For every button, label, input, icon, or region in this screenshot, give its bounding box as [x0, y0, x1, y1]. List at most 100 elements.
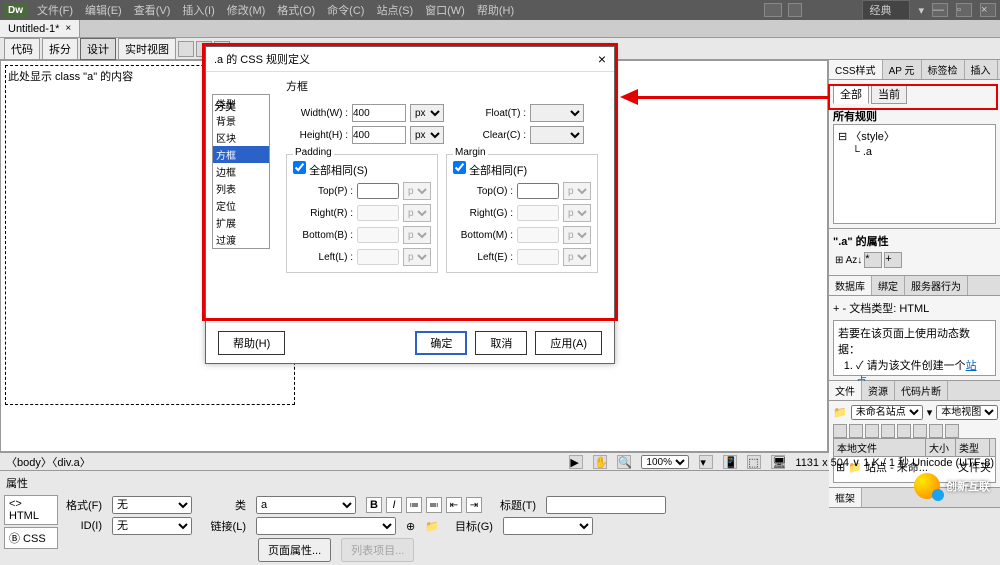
cat-positioning[interactable]: 定位: [213, 197, 269, 214]
split-view-button[interactable]: 拆分: [42, 38, 78, 60]
list-item-button[interactable]: 列表项目...: [341, 538, 414, 562]
close-window-button[interactable]: ×: [980, 3, 996, 17]
ol-button[interactable]: ≕: [426, 497, 442, 513]
files-icon-refresh[interactable]: [849, 424, 863, 438]
dialog-close-icon[interactable]: ×: [598, 51, 606, 67]
tag-path[interactable]: 〈body〉〈div.a〉: [6, 454, 559, 470]
files-icon-sync[interactable]: [929, 424, 943, 438]
rule-style-tag[interactable]: ⊟ 〈style〉: [836, 127, 993, 145]
live-view-button[interactable]: 实时视图: [118, 38, 176, 60]
width-input[interactable]: [352, 104, 406, 122]
css-prop-icon-1[interactable]: *: [864, 252, 882, 268]
cat-box[interactable]: 方框: [213, 146, 269, 163]
menu-modify[interactable]: 修改(M): [227, 2, 266, 18]
link-browse-icon[interactable]: 📁: [425, 520, 439, 533]
format-select[interactable]: 无: [112, 496, 192, 514]
tab-assets[interactable]: 资源: [862, 381, 895, 400]
height-unit-select[interactable]: px: [410, 126, 444, 144]
width-unit-select[interactable]: px: [410, 104, 444, 122]
cat-extensions[interactable]: 扩展: [213, 214, 269, 231]
html-props-button[interactable]: <> HTML: [4, 495, 58, 525]
class-select[interactable]: a: [256, 496, 356, 514]
tablet-icon[interactable]: ⬚: [747, 455, 761, 469]
menu-format[interactable]: 格式(O): [277, 2, 315, 18]
view-select[interactable]: 本地视图: [936, 405, 998, 420]
zoom-select[interactable]: 100%: [641, 455, 689, 469]
phone-icon[interactable]: 📱: [723, 455, 737, 469]
margin-all-same[interactable]: 全部相同(F): [453, 165, 527, 177]
padding-all-same[interactable]: 全部相同(S): [293, 165, 368, 177]
id-select[interactable]: 无: [112, 517, 192, 535]
page-properties-button[interactable]: 页面属性...: [258, 538, 331, 562]
files-icon-connect[interactable]: [833, 424, 847, 438]
tab-css-styles[interactable]: CSS样式: [829, 60, 883, 79]
css-props-button[interactable]: Ⓑ CSS: [4, 527, 58, 549]
tab-files[interactable]: 文件: [829, 381, 862, 400]
desktop-icon[interactable]: 🖥: [771, 455, 785, 469]
menu-view[interactable]: 查看(V): [134, 2, 171, 18]
files-icon-get[interactable]: [865, 424, 879, 438]
tab-server-behaviors[interactable]: 服务器行为: [905, 276, 968, 295]
menu-insert[interactable]: 插入(I): [182, 2, 214, 18]
margin-left-input[interactable]: [517, 249, 559, 265]
hand-tool-icon[interactable]: ✋: [593, 455, 607, 469]
margin-top-unit[interactable]: px: [563, 182, 591, 200]
padding-left-input[interactable]: [357, 249, 399, 265]
padding-right-unit[interactable]: px: [403, 204, 431, 222]
menu-site[interactable]: 站点(S): [376, 2, 413, 18]
clear-select[interactable]: [530, 126, 584, 144]
menu-file[interactable]: 文件(F): [37, 2, 73, 18]
toolbar-icon-1[interactable]: [178, 41, 194, 57]
margin-right-input[interactable]: [517, 205, 559, 221]
menu-edit[interactable]: 编辑(E): [85, 2, 122, 18]
doc-tab-close-icon[interactable]: ×: [65, 23, 71, 34]
css-sub-all[interactable]: 全部: [833, 84, 869, 104]
padding-bottom-input[interactable]: [357, 227, 399, 243]
cat-border[interactable]: 边框: [213, 163, 269, 180]
cat-background[interactable]: 背景: [213, 112, 269, 129]
float-select[interactable]: [530, 104, 584, 122]
minimize-button[interactable]: —: [932, 3, 948, 17]
rule-class-a[interactable]: └ .a: [836, 145, 993, 159]
maximize-button[interactable]: ▫: [956, 3, 972, 17]
design-view-button[interactable]: 设计: [80, 38, 116, 60]
layout-menu-icon[interactable]: [788, 3, 802, 17]
select-tool-icon[interactable]: ▶: [569, 455, 583, 469]
menu-command[interactable]: 命令(C): [327, 2, 364, 18]
italic-button[interactable]: I: [386, 497, 402, 513]
padding-top-input[interactable]: [357, 183, 399, 199]
outdent-button[interactable]: ⇤: [446, 497, 462, 513]
link-point-icon[interactable]: ⊕: [406, 520, 415, 533]
files-icon-put[interactable]: [881, 424, 895, 438]
help-button[interactable]: 帮助(H): [218, 331, 285, 355]
files-icon-checkin[interactable]: [913, 424, 927, 438]
menu-window[interactable]: 窗口(W): [425, 2, 465, 18]
cancel-button[interactable]: 取消: [475, 331, 527, 355]
margin-bottom-input[interactable]: [517, 227, 559, 243]
cat-list[interactable]: 列表: [213, 180, 269, 197]
files-icon-checkout[interactable]: [897, 424, 911, 438]
workspace-select[interactable]: 经典: [862, 0, 910, 20]
search-icon[interactable]: ▾: [918, 4, 924, 17]
doc-tab-untitled[interactable]: Untitled-1* ×: [0, 20, 80, 37]
css-prop-icon-2[interactable]: +: [884, 252, 902, 268]
code-view-button[interactable]: 代码: [4, 38, 40, 60]
height-input[interactable]: [352, 126, 406, 144]
tab-tag-inspector[interactable]: 标签检: [922, 60, 965, 79]
cat-block[interactable]: 区块: [213, 129, 269, 146]
zoom-tool-icon[interactable]: 🔍: [617, 455, 631, 469]
menu-help[interactable]: 帮助(H): [477, 2, 514, 18]
tab-insert[interactable]: 插入: [965, 60, 998, 79]
padding-bottom-unit[interactable]: px: [403, 226, 431, 244]
link-select[interactable]: [256, 517, 396, 535]
css-sub-current[interactable]: 当前: [871, 84, 907, 104]
margin-left-unit[interactable]: px: [563, 248, 591, 266]
padding-left-unit[interactable]: px: [403, 248, 431, 266]
title-input[interactable]: [546, 496, 666, 514]
padding-right-input[interactable]: [357, 205, 399, 221]
margin-top-input[interactable]: [517, 183, 559, 199]
margin-bottom-unit[interactable]: px: [563, 226, 591, 244]
tab-bindings[interactable]: 绑定: [872, 276, 905, 295]
tab-snippets[interactable]: 代码片断: [895, 381, 948, 400]
indent-button[interactable]: ⇥: [466, 497, 482, 513]
